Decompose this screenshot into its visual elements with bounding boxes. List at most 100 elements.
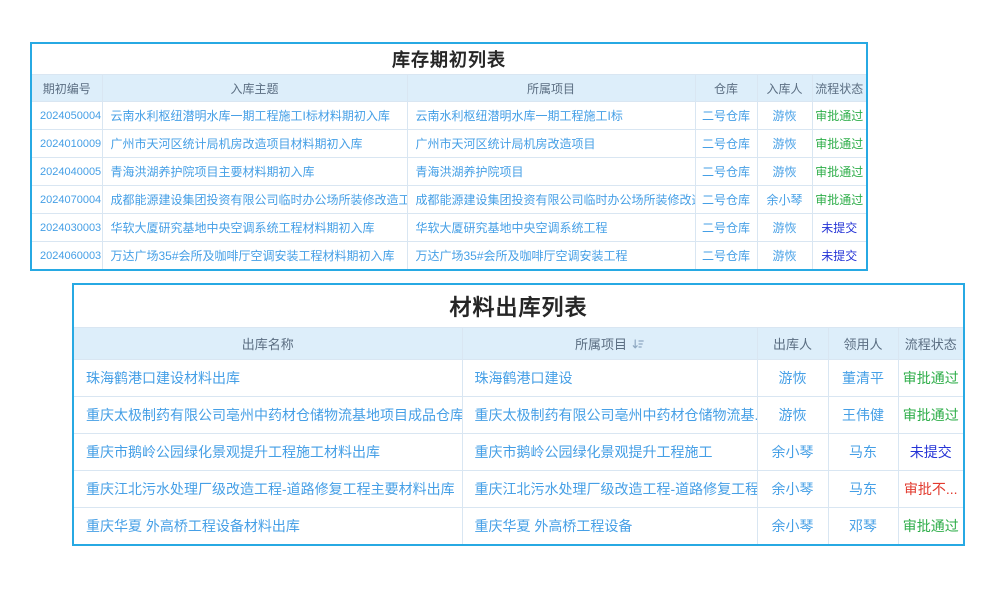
column-header-label: 流程状态 xyxy=(905,337,957,352)
column-header-project: 所属项目 xyxy=(407,75,695,102)
column-header-label: 领用人 xyxy=(843,337,882,352)
table-row: 重庆市鹅岭公园绿化景观提升工程施工材料出库重庆市鹅岭公园绿化景观提升工程施工余小… xyxy=(74,434,963,471)
column-header-label: 入库人 xyxy=(766,82,802,96)
project-cell[interactable]: 珠海鹤港口建设 xyxy=(462,360,757,397)
name-cell[interactable]: 重庆太极制药有限公司亳州中药材仓储物流基地项目成品仓库和... xyxy=(74,397,462,434)
table-row: 重庆江北污水处理厂级改造工程-道路修复工程主要材料出库重庆江北污水处理厂级改造工… xyxy=(74,471,963,508)
column-header-label: 入库主题 xyxy=(230,82,278,96)
project-cell[interactable]: 重庆太极制药有限公司亳州中药材仓储物流基... xyxy=(462,397,757,434)
status-text: 未提交 xyxy=(812,242,866,270)
person-cell[interactable]: 游恢 xyxy=(757,158,812,186)
table-row: 重庆太极制药有限公司亳州中药材仓储物流基地项目成品仓库和...重庆太极制药有限公… xyxy=(74,397,963,434)
column-header-label: 所属项目 xyxy=(527,82,575,96)
project-cell[interactable]: 重庆江北污水处理厂级改造工程-道路修复工程 xyxy=(462,471,757,508)
id-cell[interactable]: 2024030003 xyxy=(32,214,102,242)
name-cell[interactable]: 重庆市鹅岭公园绿化景观提升工程施工材料出库 xyxy=(74,434,462,471)
column-header-subject: 入库主题 xyxy=(102,75,407,102)
id-cell[interactable]: 2024060003 xyxy=(32,242,102,270)
person-cell[interactable]: 游恢 xyxy=(757,130,812,158)
subject-cell[interactable]: 云南水利枢纽潜明水库一期工程施工I标材料期初入库 xyxy=(102,102,407,130)
recipient-cell[interactable]: 王伟健 xyxy=(828,397,898,434)
material-outbound-table: 出库名称 所属项目 出库人 领用人 流程状态 珠海鹤港口建设材料出库珠海鹤港口建设游恢董… xyxy=(74,327,963,545)
status-text: 审批通过 xyxy=(812,102,866,130)
table-row: 2024030003华软大厦研究基地中央空调系统工程材料期初入库华软大厦研究基地… xyxy=(32,214,866,242)
person-cell[interactable]: 余小琴 xyxy=(757,186,812,214)
project-cell[interactable]: 成都能源建设集团投资有限公司临时办公场所装修改造工程... xyxy=(407,186,695,214)
subject-cell[interactable]: 成都能源建设集团投资有限公司临时办公场所装修改造工程EPC... xyxy=(102,186,407,214)
column-header-id: 期初编号 xyxy=(32,75,102,102)
table-row: 2024050004云南水利枢纽潜明水库一期工程施工I标材料期初入库云南水利枢纽… xyxy=(32,102,866,130)
person-cell[interactable]: 游恢 xyxy=(757,214,812,242)
column-header-warehouse: 仓库 xyxy=(695,75,757,102)
name-cell[interactable]: 珠海鹤港口建设材料出库 xyxy=(74,360,462,397)
status-text: 审批通过 xyxy=(812,158,866,186)
material-outbound-list-panel: 材料出库列表 出库名称 所属项目 出库人 领用人 流程状态 珠海鹤港口建设材料出库珠海鹤… xyxy=(72,283,965,546)
status-text: 审批通过 xyxy=(812,186,866,214)
project-cell[interactable]: 华软大厦研究基地中央空调系统工程 xyxy=(407,214,695,242)
column-header-status: 流程状态 xyxy=(898,328,963,360)
column-header-label: 所属项目 xyxy=(575,337,627,352)
name-cell[interactable]: 重庆华夏 外高桥工程设备材料出库 xyxy=(74,508,462,545)
table-row: 2024010009广州市天河区统计局机房改造项目材料期初入库广州市天河区统计局… xyxy=(32,130,866,158)
recipient-cell[interactable]: 董清平 xyxy=(828,360,898,397)
table-row: 重庆华夏 外高桥工程设备材料出库重庆华夏 外高桥工程设备余小琴邓琴审批通过 xyxy=(74,508,963,545)
warehouse-cell[interactable]: 二号仓库 xyxy=(695,130,757,158)
project-cell[interactable]: 云南水利枢纽潜明水库一期工程施工I标 xyxy=(407,102,695,130)
column-header-issuer: 出库人 xyxy=(757,328,828,360)
column-header-status: 流程状态 xyxy=(812,75,866,102)
issuer-cell[interactable]: 余小琴 xyxy=(757,471,828,508)
warehouse-cell[interactable]: 二号仓库 xyxy=(695,242,757,270)
project-cell[interactable]: 广州市天河区统计局机房改造项目 xyxy=(407,130,695,158)
initial-inventory-list-panel: 库存期初列表 期初编号入库主题所属项目仓库入库人流程状态 2024050004云… xyxy=(30,42,868,271)
project-cell[interactable]: 重庆华夏 外高桥工程设备 xyxy=(462,508,757,545)
column-header-label: 仓库 xyxy=(714,82,738,96)
id-cell[interactable]: 2024010009 xyxy=(32,130,102,158)
initial-inventory-table: 期初编号入库主题所属项目仓库入库人流程状态 2024050004云南水利枢纽潜明… xyxy=(32,74,866,270)
column-header-label: 期初编号 xyxy=(43,82,91,96)
header-row: 期初编号 入库主题 所属项目 仓库 入库人流程状态 xyxy=(32,75,866,102)
name-cell[interactable]: 重庆江北污水处理厂级改造工程-道路修复工程主要材料出库 xyxy=(74,471,462,508)
column-header-label: 出库名称 xyxy=(242,337,294,352)
person-cell[interactable]: 游恢 xyxy=(757,102,812,130)
status-text: 未提交 xyxy=(898,434,963,471)
status-text: 审批通过 xyxy=(812,130,866,158)
id-cell[interactable]: 2024070004 xyxy=(32,186,102,214)
initial-inventory-list-title: 库存期初列表 xyxy=(32,44,866,74)
recipient-cell[interactable]: 马东 xyxy=(828,471,898,508)
issuer-cell[interactable]: 余小琴 xyxy=(757,508,828,545)
column-header-name: 出库名称 xyxy=(74,328,462,360)
subject-cell[interactable]: 青海洪湖养护院项目主要材料期初入库 xyxy=(102,158,407,186)
issuer-cell[interactable]: 游恢 xyxy=(757,360,828,397)
warehouse-cell[interactable]: 二号仓库 xyxy=(695,102,757,130)
warehouse-cell[interactable]: 二号仓库 xyxy=(695,186,757,214)
table-row: 2024070004成都能源建设集团投资有限公司临时办公场所装修改造工程EPC.… xyxy=(32,186,866,214)
status-text: 审批不... xyxy=(898,471,963,508)
issuer-cell[interactable]: 余小琴 xyxy=(757,434,828,471)
material-outbound-list-title: 材料出库列表 xyxy=(74,285,963,327)
id-cell[interactable]: 2024040005 xyxy=(32,158,102,186)
status-text: 审批通过 xyxy=(898,508,963,545)
subject-cell[interactable]: 万达广场35#会所及咖啡厅空调安装工程材料期初入库 xyxy=(102,242,407,270)
issuer-cell[interactable]: 游恢 xyxy=(757,397,828,434)
project-cell[interactable]: 万达广场35#会所及咖啡厅空调安装工程 xyxy=(407,242,695,270)
sort-icon xyxy=(632,339,644,350)
project-cell[interactable]: 青海洪湖养护院项目 xyxy=(407,158,695,186)
column-header-label: 出库人 xyxy=(773,337,812,352)
id-cell[interactable]: 2024050004 xyxy=(32,102,102,130)
table-row: 珠海鹤港口建设材料出库珠海鹤港口建设游恢董清平审批通过 xyxy=(74,360,963,397)
recipient-cell[interactable]: 邓琴 xyxy=(828,508,898,545)
person-cell[interactable]: 游恢 xyxy=(757,242,812,270)
warehouse-cell[interactable]: 二号仓库 xyxy=(695,214,757,242)
table-row: 2024060003万达广场35#会所及咖啡厅空调安装工程材料期初入库万达广场3… xyxy=(32,242,866,270)
warehouse-cell[interactable]: 二号仓库 xyxy=(695,158,757,186)
column-header-recipient: 领用人 xyxy=(828,328,898,360)
column-header-label: 流程状态 xyxy=(815,82,863,96)
subject-cell[interactable]: 华软大厦研究基地中央空调系统工程材料期初入库 xyxy=(102,214,407,242)
recipient-cell[interactable]: 马东 xyxy=(828,434,898,471)
project-cell[interactable]: 重庆市鹅岭公园绿化景观提升工程施工 xyxy=(462,434,757,471)
status-text: 审批通过 xyxy=(898,397,963,434)
column-header-project[interactable]: 所属项目 xyxy=(462,328,757,360)
status-text: 未提交 xyxy=(812,214,866,242)
subject-cell[interactable]: 广州市天河区统计局机房改造项目材料期初入库 xyxy=(102,130,407,158)
table-row: 2024040005青海洪湖养护院项目主要材料期初入库青海洪湖养护院项目二号仓库… xyxy=(32,158,866,186)
